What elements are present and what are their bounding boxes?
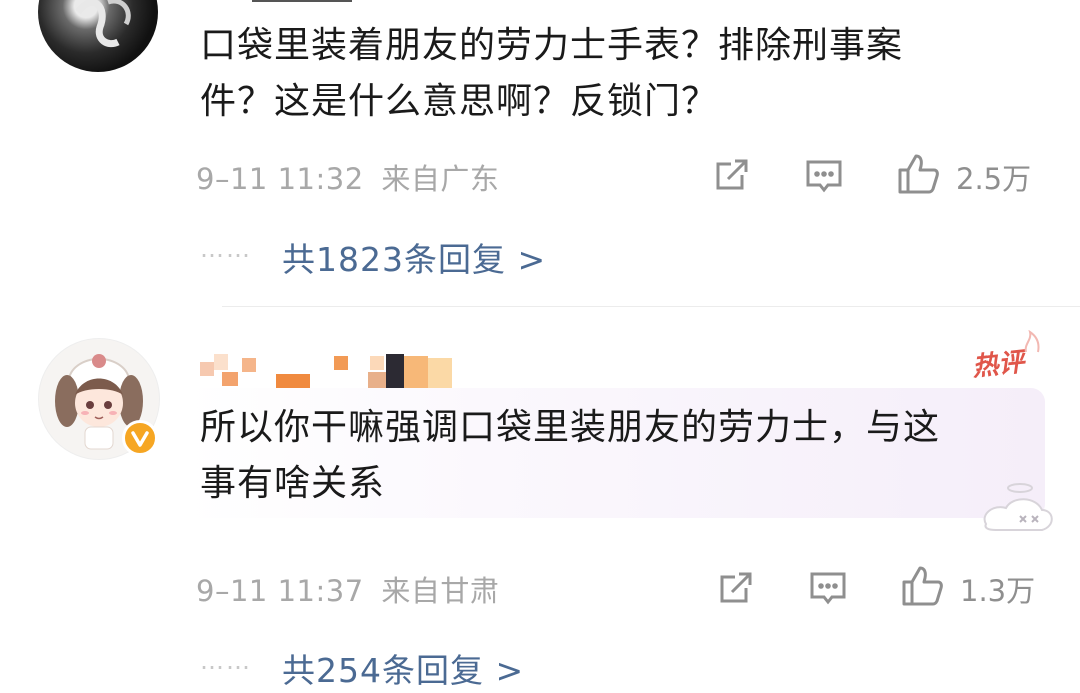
comment-icon[interactable] — [808, 568, 848, 608]
replies-dots: …… — [200, 647, 252, 675]
username-blurred[interactable] — [200, 0, 380, 4]
hot-comment-badge: 热评 — [970, 347, 1026, 383]
avatar[interactable] — [38, 0, 158, 72]
comment-time: 9–11 11:37 — [196, 574, 364, 608]
comment-time: 9–11 11:32 — [196, 162, 364, 196]
comment-text-line: 口袋里装着朋友的劳力士手表？排除刑事案 — [200, 25, 904, 66]
comment-text-line: 所以你干嘛强调口袋里装朋友的劳力士，与这 — [200, 407, 941, 448]
like-count: 2.5万 — [956, 162, 1032, 196]
comment-text: 所以你干嘛强调口袋里装朋友的劳力士，与这 事有啥关系 — [200, 400, 940, 512]
verified-icon — [122, 420, 158, 456]
like-icon[interactable] — [900, 564, 944, 608]
like-count: 1.3万 — [960, 574, 1036, 608]
comment-text-line: 事有啥关系 — [200, 463, 386, 504]
comment-text-line: 件？这是什么意思啊？反锁门？ — [200, 81, 719, 122]
share-icon[interactable] — [716, 568, 756, 608]
username-blurred[interactable] — [200, 354, 470, 394]
comment-location: 来自广东 — [381, 162, 500, 196]
comment-meta: 9–11 11:32 来自广东 — [196, 156, 499, 198]
share-icon[interactable] — [712, 155, 752, 195]
ghost-decoration-icon — [976, 480, 1056, 540]
comment-location: 来自甘肃 — [381, 574, 500, 608]
comment-text: 口袋里装着朋友的劳力士手表？排除刑事案 件？这是什么意思啊？反锁门？ — [200, 18, 903, 130]
comment-icon[interactable] — [804, 156, 844, 196]
view-replies-link[interactable]: 共254条回复 > — [282, 644, 524, 692]
divider — [222, 306, 1080, 307]
comment-meta: 9–11 11:37 来自甘肃 — [196, 568, 499, 610]
view-replies-link[interactable]: 共1823条回复 > — [282, 233, 546, 281]
hot-badge-flame-icon — [1020, 329, 1044, 354]
replies-dots: …… — [200, 235, 252, 263]
like-icon[interactable] — [896, 152, 940, 196]
